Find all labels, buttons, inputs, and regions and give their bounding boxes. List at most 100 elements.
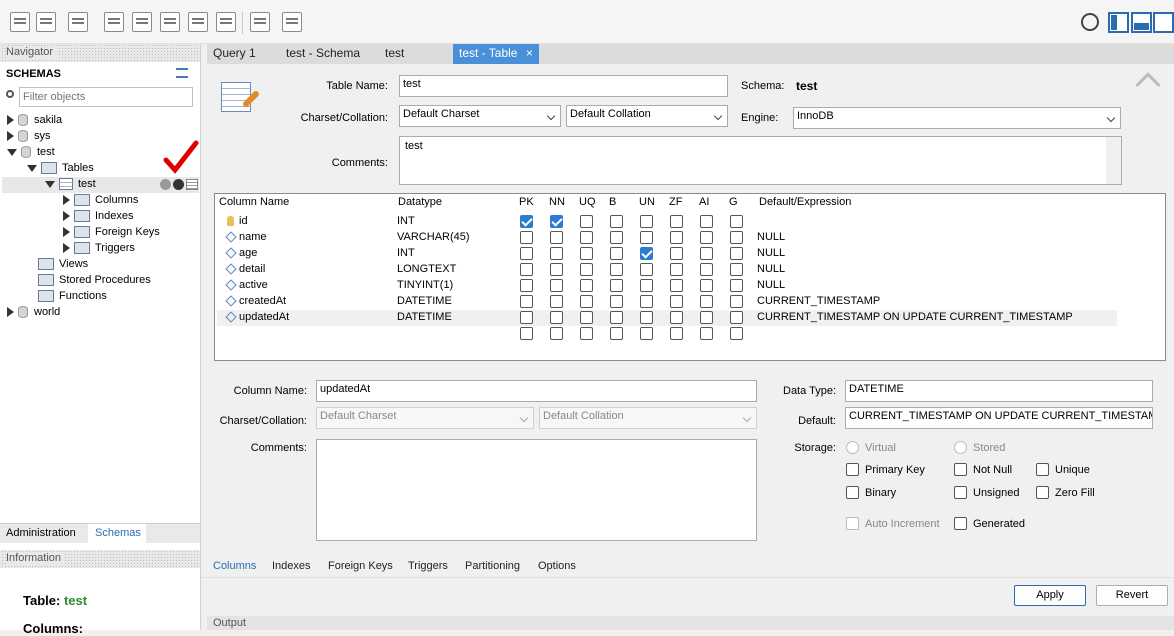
tab-options[interactable]: Options [538, 560, 576, 572]
uq-checkbox[interactable] [580, 247, 593, 260]
table-name-input[interactable]: test [399, 75, 728, 97]
nn-checkbox[interactable] [550, 263, 563, 276]
generated-checkbox[interactable] [954, 517, 967, 530]
header-nn[interactable]: NN [549, 196, 565, 208]
uq-checkbox[interactable] [580, 215, 593, 228]
table-row[interactable] [217, 326, 1117, 342]
datatype-cell[interactable]: INT [397, 247, 415, 259]
zf-checkbox[interactable] [670, 295, 683, 308]
primary-key-checkbox[interactable] [846, 463, 859, 476]
tab-schemas[interactable]: Schemas [88, 524, 146, 543]
tree-views[interactable]: Views [38, 256, 88, 272]
virtual-radio[interactable] [846, 441, 859, 454]
default-cell[interactable]: NULL [757, 247, 785, 259]
un-checkbox[interactable] [640, 311, 653, 324]
reconnect-icon[interactable] [282, 12, 302, 32]
comments-scrollbar[interactable] [1106, 137, 1121, 184]
column-name-cell[interactable]: id [239, 215, 248, 227]
tab-test-schema[interactable]: test - Schema [280, 44, 366, 64]
nn-checkbox[interactable] [550, 327, 563, 340]
default-cell[interactable]: NULL [757, 231, 785, 243]
expand-icon[interactable] [63, 243, 70, 254]
toggle-output-icon[interactable] [1131, 12, 1152, 33]
pk-checkbox[interactable] [520, 247, 533, 260]
b-checkbox[interactable] [610, 215, 623, 228]
pk-checkbox[interactable] [520, 311, 533, 324]
nn-checkbox[interactable] [550, 279, 563, 292]
tab-indexes[interactable]: Indexes [272, 560, 311, 572]
tree-table-test[interactable]: test [45, 176, 96, 192]
tree-columns[interactable]: Columns [63, 192, 138, 208]
revert-button[interactable]: Revert [1096, 585, 1168, 606]
create-procedure-icon[interactable] [188, 12, 208, 32]
not-null-checkbox[interactable] [954, 463, 967, 476]
create-function-icon[interactable] [216, 12, 236, 32]
g-checkbox[interactable] [730, 215, 743, 228]
expand-icon[interactable] [7, 115, 14, 126]
b-checkbox[interactable] [610, 327, 623, 340]
header-ai[interactable]: AI [699, 196, 709, 208]
ai-checkbox[interactable] [700, 311, 713, 324]
un-checkbox[interactable] [640, 279, 653, 292]
zf-checkbox[interactable] [670, 327, 683, 340]
column-name-cell[interactable]: detail [239, 263, 265, 275]
create-table-icon[interactable] [132, 12, 152, 32]
header-default-expression[interactable]: Default/Expression [759, 196, 851, 208]
zf-checkbox[interactable] [670, 311, 683, 324]
g-checkbox[interactable] [730, 279, 743, 292]
default-cell[interactable]: NULL [757, 279, 785, 291]
g-checkbox[interactable] [730, 311, 743, 324]
table-row[interactable]: createdAt DATETIME CURRENT_TIMESTAMP [217, 294, 1117, 310]
nn-checkbox[interactable] [550, 231, 563, 244]
g-checkbox[interactable] [730, 231, 743, 244]
tree-stored-procedures[interactable]: Stored Procedures [38, 272, 151, 288]
uq-checkbox[interactable] [580, 263, 593, 276]
ai-checkbox[interactable] [700, 279, 713, 292]
ai-checkbox[interactable] [700, 215, 713, 228]
b-checkbox[interactable] [610, 231, 623, 244]
b-checkbox[interactable] [610, 247, 623, 260]
header-g[interactable]: G [729, 196, 738, 208]
tab-partitioning[interactable]: Partitioning [465, 560, 520, 572]
zf-checkbox[interactable] [670, 247, 683, 260]
datatype-cell[interactable]: LONGTEXT [397, 263, 456, 275]
collapse-icon[interactable] [27, 164, 37, 172]
ai-checkbox[interactable] [700, 295, 713, 308]
pk-checkbox[interactable] [520, 231, 533, 244]
data-type-input[interactable]: DATETIME [845, 380, 1153, 402]
collapse-header-icon[interactable] [1135, 72, 1161, 98]
column-comments-textarea[interactable] [316, 439, 757, 541]
un-checkbox[interactable] [640, 263, 653, 276]
tab-triggers[interactable]: Triggers [408, 560, 448, 572]
table-grid-icon[interactable] [186, 179, 198, 190]
b-checkbox[interactable] [610, 295, 623, 308]
uq-checkbox[interactable] [580, 231, 593, 244]
new-sql-tab-icon[interactable] [10, 12, 30, 32]
collapse-icon[interactable] [45, 180, 55, 188]
tab-foreign-keys[interactable]: Foreign Keys [328, 560, 393, 572]
un-checkbox[interactable] [640, 327, 653, 340]
header-datatype[interactable]: Datatype [398, 196, 442, 208]
zf-checkbox[interactable] [670, 231, 683, 244]
unique-checkbox[interactable] [1036, 463, 1049, 476]
unsigned-checkbox[interactable] [954, 486, 967, 499]
header-pk[interactable]: PK [519, 196, 534, 208]
datatype-cell[interactable]: INT [397, 215, 415, 227]
binary-checkbox[interactable] [846, 486, 859, 499]
header-b[interactable]: B [609, 196, 616, 208]
apply-button[interactable]: Apply [1014, 585, 1086, 606]
tree-foreign-keys[interactable]: Foreign Keys [63, 224, 160, 240]
nn-checkbox[interactable] [550, 311, 563, 324]
close-tab-icon[interactable]: × [526, 46, 533, 60]
auto-increment-checkbox[interactable] [846, 517, 859, 530]
tree-functions[interactable]: Functions [38, 288, 107, 304]
zf-checkbox[interactable] [670, 263, 683, 276]
tree-schema-test[interactable]: test [7, 144, 55, 160]
zero-fill-checkbox[interactable] [1036, 486, 1049, 499]
pk-checkbox[interactable] [520, 279, 533, 292]
default-cell[interactable]: NULL [757, 263, 785, 275]
table-row[interactable]: id INT [217, 214, 1117, 230]
zf-checkbox[interactable] [670, 279, 683, 292]
tree-triggers[interactable]: Triggers [63, 240, 135, 256]
table-row[interactable]: name VARCHAR(45) NULL [217, 230, 1117, 246]
